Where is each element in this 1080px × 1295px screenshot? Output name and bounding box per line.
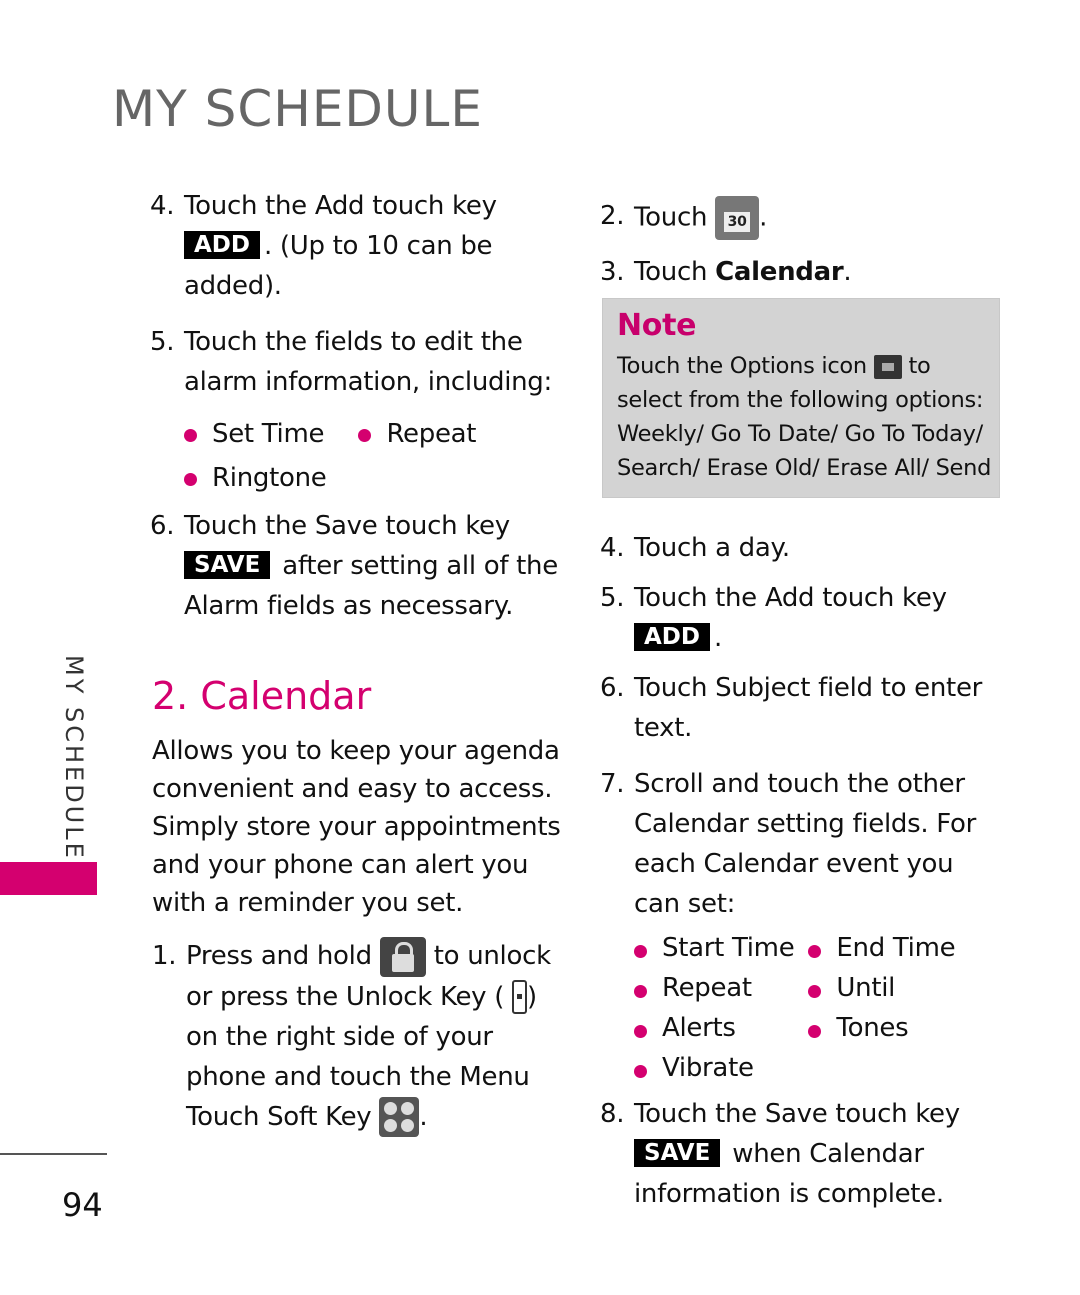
bullet-item: Vibrate [630,1048,794,1088]
left-column-step-1: 1. Press and hold to unlock or press the… [152,936,572,1153]
step-text: Touch the Save touch key [184,511,510,541]
step-7-settings: 7. Scroll and touch the other Calendar s… [600,764,1000,924]
left-column-steps: 4. Touch the Add touch key ADD. (Up to 1… [150,186,570,642]
note-title: Note [617,308,697,343]
step-text: Scroll and touch the other Calendar sett… [634,769,976,919]
lock-icon [379,936,426,977]
bullet-item: Start Time [630,928,795,968]
step-text: . [419,1101,428,1132]
page-title: MY SCHEDULE [112,80,483,138]
step-text: Touch a day. [634,533,790,563]
bullet-item: Repeat [354,412,476,456]
calendar-icon-day: 30 [724,212,751,232]
calendar-field-list: Start Time End Time Repeat Until Alerts … [630,928,1000,1088]
step-8-save: 8. Touch the Save touch key SAVE when Ca… [600,1094,1000,1214]
step-4-touch-day: 4. Touch a day. [600,528,1000,568]
step-text: Touch Subject field to enter text. [634,673,983,743]
save-key-label: SAVE [634,1139,721,1167]
step-2-touch-calendar-icon: 2. Touch 30. [600,196,1000,240]
section-title: 2. Calendar [152,674,372,718]
step-5-add: 5. Touch the Add touch key ADD. [600,578,1000,658]
menu-grid-icon [379,1097,420,1137]
bullet-item: Repeat [630,968,794,1008]
step-number: 8. [600,1099,625,1129]
add-key-label: ADD [634,623,710,651]
bullet-item: Ringtone [180,456,327,500]
step-text: Touch the Save touch key [634,1099,960,1129]
step-text: Press and hold [186,941,372,971]
save-key-label: SAVE [184,551,271,579]
add-key-label: ADD [184,231,260,259]
footer-divider [0,1153,107,1155]
step-1-unlock: 1. Press and hold to unlock or press the… [152,936,572,1137]
step-number: 6. [150,511,175,541]
step-number: 4. [600,533,625,563]
step-6-save: 6. Touch the Save touch key SAVE after s… [150,506,570,626]
bullet-item: Until [804,968,955,1008]
step-3-touch-calendar: 3. Touch Calendar. [600,252,1000,292]
step-number: 5. [150,327,175,357]
note-box: Note Touch the Options icon to select fr… [602,298,1000,498]
step-6-subject: 6. Touch Subject field to enter text. [600,668,1000,748]
step-text: Touch [634,257,716,287]
side-accent-bar [0,862,97,895]
section-intro: Allows you to keep your agenda convenien… [152,736,561,918]
step-text: Touch the fields to edit the alarm infor… [184,327,552,397]
step-text: Touch the Add touch key [634,583,947,613]
bullet-item: Set Time [180,412,326,456]
page-number: 94 [62,1186,103,1224]
step-number: 1. [152,941,177,971]
calendar-icon: 30 [715,196,760,240]
step-number: 7. [600,769,625,799]
bullet-item: Alerts [630,1008,794,1048]
step-number: 2. [600,201,625,231]
step-number: 5. [600,583,625,613]
alarm-field-list: Set Time Repeat Ringtone [180,412,570,500]
bullet-item: End Time [804,928,956,968]
options-icon [873,354,902,379]
unlock-key-icon [512,980,528,1014]
step-text: Touch [634,202,708,233]
note-body: Touch the Options icon to select from th… [617,349,999,485]
side-section-label: MY SCHEDULE [60,655,88,861]
step-number: 3. [600,257,625,287]
step-text-after: . [843,257,852,287]
step-number: 4. [150,191,175,221]
step-text-after: . [713,623,722,653]
step-5-fields: 5. Touch the fields to edit the alarm in… [150,322,570,402]
step-number: 6. [600,673,625,703]
step-bold-text: Calendar [715,257,844,287]
right-column: 2. Touch 30. 3. Touch Calendar. Note Tou… [600,196,1000,1230]
step-text: Touch the Add touch key [184,191,497,221]
step-4-add: 4. Touch the Add touch key ADD. (Up to 1… [150,186,570,306]
bullet-item: Tones [804,1008,955,1048]
step-text-after: . [759,202,768,233]
note-text: Touch the Options icon [617,353,867,379]
